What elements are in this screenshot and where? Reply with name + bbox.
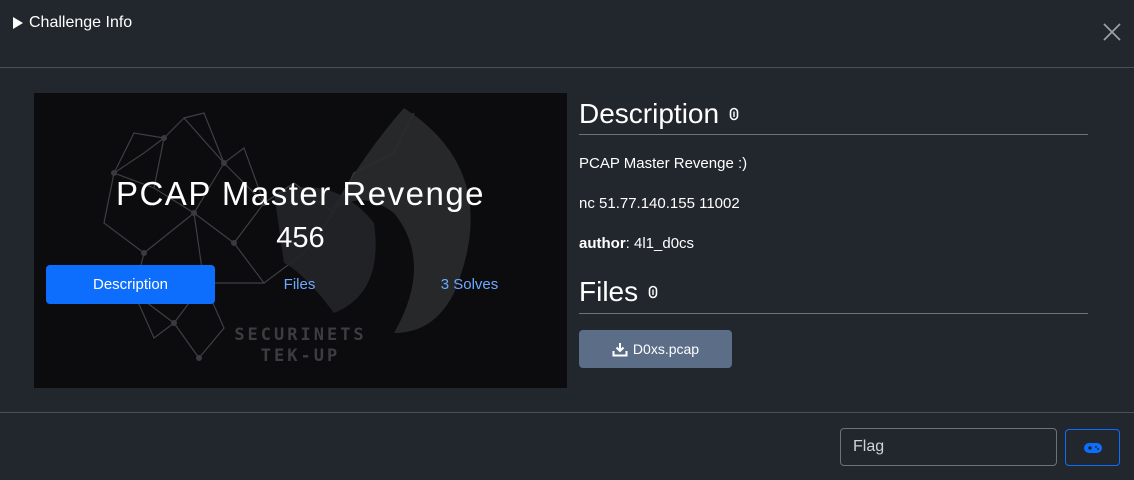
paperclip-icon xyxy=(729,107,739,120)
description-text: PCAP Master Revenge :) xyxy=(579,155,748,172)
challenge-points: 456 xyxy=(276,222,325,254)
author-line: author: 4l1_d0cs xyxy=(579,235,694,252)
modal-title: Challenge Info xyxy=(12,14,132,32)
gamepad-icon xyxy=(1083,442,1102,453)
download-icon xyxy=(612,342,628,356)
files-heading: Files xyxy=(579,270,1088,314)
close-icon[interactable] xyxy=(1102,22,1122,42)
description-heading-text: Description xyxy=(579,97,720,129)
submit-flag-button[interactable] xyxy=(1065,429,1120,466)
author-label: author xyxy=(579,235,626,252)
challenge-banner: SECURINETS TEK-UP PCAP Master Revenge 45… xyxy=(34,93,567,388)
tab-description[interactable]: Description xyxy=(46,265,215,304)
files-heading-text: Files xyxy=(579,275,639,307)
modal-title-text: Challenge Info xyxy=(29,14,133,31)
challenge-name: PCAP Master Revenge xyxy=(115,175,486,212)
author-value: : 4l1_d0cs xyxy=(625,235,695,252)
paperclip-icon xyxy=(648,285,658,298)
modal-header: Challenge Info xyxy=(0,0,1134,68)
description-heading: Description xyxy=(579,93,1088,135)
download-file-button[interactable]: D0xs.pcap xyxy=(579,330,732,368)
play-icon xyxy=(13,17,23,29)
banner-logo-line1: SECURINETS xyxy=(234,325,367,345)
tab-solves[interactable]: 3 Solves xyxy=(384,265,555,304)
connection-command: nc 51.77.140.155 11002 xyxy=(579,195,740,212)
banner-logo-line2: TEK-UP xyxy=(260,346,341,366)
file-name: D0xs.pcap xyxy=(632,341,700,357)
tab-files[interactable]: Files xyxy=(215,265,384,304)
flag-input[interactable] xyxy=(840,428,1057,466)
